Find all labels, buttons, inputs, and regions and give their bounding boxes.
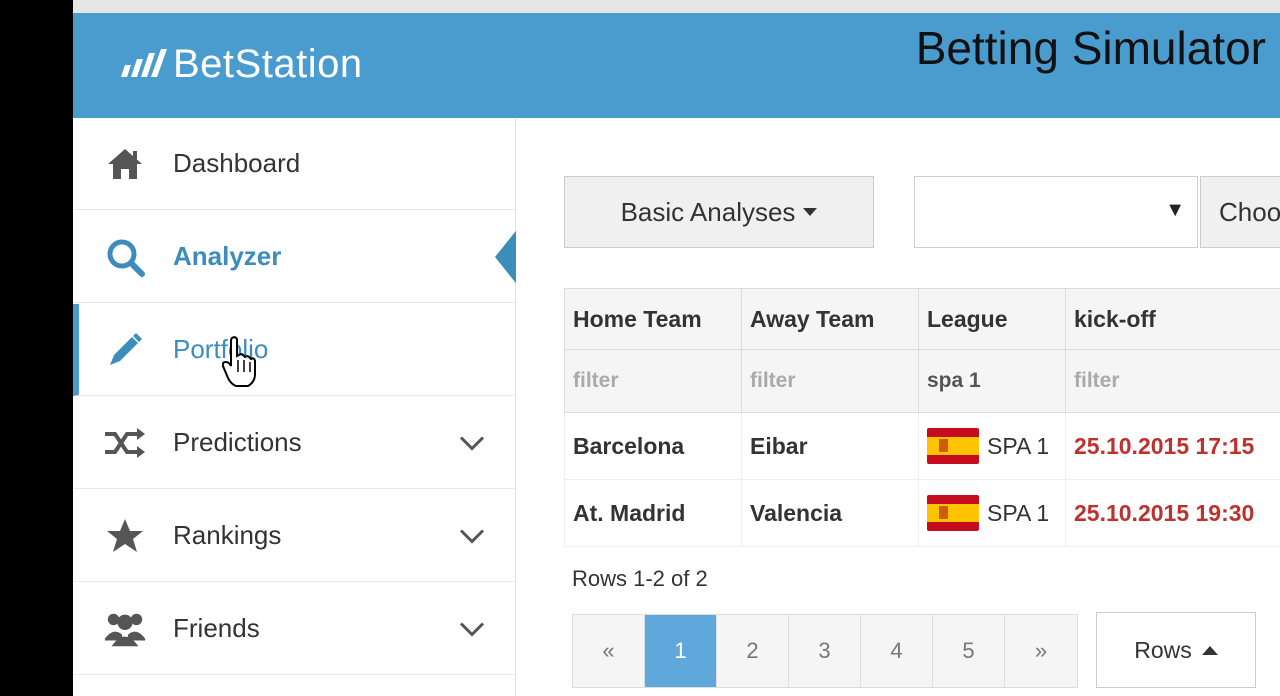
sidebar-item-label: Dashboard bbox=[173, 148, 301, 178]
filter-kick-off[interactable]: filter bbox=[1065, 349, 1280, 413]
brand-logo[interactable]: BetStation bbox=[119, 39, 363, 89]
table-row[interactable]: At. Madrid Valencia SPA 1 25.10.2015 19:… bbox=[564, 479, 1280, 547]
pager-page-4[interactable]: 4 bbox=[861, 615, 933, 687]
away-team-cell: Eibar bbox=[741, 412, 919, 480]
header-bar: BetStation Betting Simulator bbox=[73, 13, 1280, 118]
search-icon bbox=[103, 237, 147, 277]
sidebar-item-label: Predictions bbox=[173, 427, 302, 457]
sidebar-item-predictions[interactable]: Predictions bbox=[73, 397, 515, 489]
filter-select[interactable]: ▼ bbox=[914, 176, 1198, 248]
chevron-down-icon bbox=[459, 613, 485, 644]
filter-home-team[interactable]: filter bbox=[564, 349, 742, 413]
sidebar: Dashboard Analyzer Portfolio Predictions bbox=[73, 118, 519, 696]
rows-button-label: Rows bbox=[1134, 636, 1192, 663]
brand-name: BetStation bbox=[173, 41, 363, 86]
home-icon bbox=[103, 144, 147, 184]
spain-flag-icon bbox=[927, 428, 979, 464]
sidebar-item-portfolio[interactable]: Portfolio bbox=[73, 304, 515, 396]
choose-button[interactable]: Choo bbox=[1200, 176, 1280, 248]
column-header-home-team[interactable]: Home Team bbox=[564, 288, 742, 350]
basic-analyses-label: Basic Analyses bbox=[620, 196, 796, 227]
spain-flag-icon bbox=[927, 495, 979, 531]
kick-off-cell: 25.10.2015 19:30 bbox=[1065, 479, 1280, 547]
signal-bars-icon bbox=[121, 49, 167, 77]
caret-down-icon bbox=[803, 208, 818, 216]
pager-page-3[interactable]: 3 bbox=[789, 615, 861, 687]
pager-page-2[interactable]: 2 bbox=[717, 615, 789, 687]
dropdown-arrow-icon: ▼ bbox=[1165, 199, 1185, 221]
pencil-icon bbox=[103, 330, 147, 370]
rows-info: Rows 1-2 of 2 bbox=[572, 566, 708, 591]
page-title: Betting Simulator bbox=[915, 21, 1266, 75]
league-cell: SPA 1 bbox=[918, 479, 1066, 547]
users-icon bbox=[103, 609, 147, 649]
pager-next[interactable]: » bbox=[1005, 615, 1077, 687]
pager-page-5[interactable]: 5 bbox=[933, 615, 1005, 687]
chevron-down-icon bbox=[459, 520, 485, 551]
pager-page-1[interactable]: 1 bbox=[645, 615, 717, 687]
home-team-cell: Barcelona bbox=[564, 412, 742, 480]
away-team-cell: Valencia bbox=[741, 479, 919, 547]
main-content: Basic Analyses ▼ Choo Home Team Away Tea… bbox=[516, 118, 1280, 696]
kick-off-cell: 25.10.2015 17:15 bbox=[1065, 412, 1280, 480]
matches-table: Home Team Away Team League kick-off filt… bbox=[564, 288, 1280, 547]
sidebar-item-dashboard[interactable]: Dashboard bbox=[73, 118, 515, 210]
rows-per-page-button[interactable]: Rows bbox=[1096, 612, 1256, 688]
sidebar-item-label: Friends bbox=[173, 613, 260, 643]
chevron-down-icon bbox=[459, 427, 485, 458]
league-label: SPA 1 bbox=[987, 499, 1050, 526]
column-header-away-team[interactable]: Away Team bbox=[741, 288, 919, 350]
sidebar-item-rankings[interactable]: Rankings bbox=[73, 490, 515, 582]
pagination: « 1 2 3 4 5 » bbox=[572, 614, 1078, 688]
filter-league[interactable]: spa 1 bbox=[918, 349, 1066, 413]
star-icon bbox=[103, 516, 147, 556]
table-filter-row: filter filter spa 1 filter bbox=[564, 349, 1280, 413]
pager-prev[interactable]: « bbox=[573, 615, 645, 687]
table-row[interactable]: Barcelona Eibar SPA 1 25.10.2015 17:15 bbox=[564, 412, 1280, 480]
top-strip bbox=[73, 0, 1280, 13]
filter-away-team[interactable]: filter bbox=[741, 349, 919, 413]
home-team-cell: At. Madrid bbox=[564, 479, 742, 547]
column-header-kick-off[interactable]: kick-off bbox=[1065, 288, 1280, 350]
league-label: SPA 1 bbox=[987, 432, 1050, 459]
sidebar-item-label: Analyzer bbox=[173, 241, 282, 271]
league-cell: SPA 1 bbox=[918, 412, 1066, 480]
shuffle-icon bbox=[103, 423, 147, 463]
sidebar-item-friends[interactable]: Friends bbox=[73, 583, 515, 675]
basic-analyses-dropdown[interactable]: Basic Analyses bbox=[564, 176, 874, 248]
sidebar-item-label: Rankings bbox=[173, 520, 282, 550]
caret-up-icon bbox=[1201, 645, 1218, 655]
hand-cursor-icon bbox=[222, 336, 256, 387]
column-header-league[interactable]: League bbox=[918, 288, 1066, 350]
table-header-row: Home Team Away Team League kick-off bbox=[564, 288, 1280, 350]
sidebar-item-analyzer[interactable]: Analyzer bbox=[73, 211, 519, 303]
